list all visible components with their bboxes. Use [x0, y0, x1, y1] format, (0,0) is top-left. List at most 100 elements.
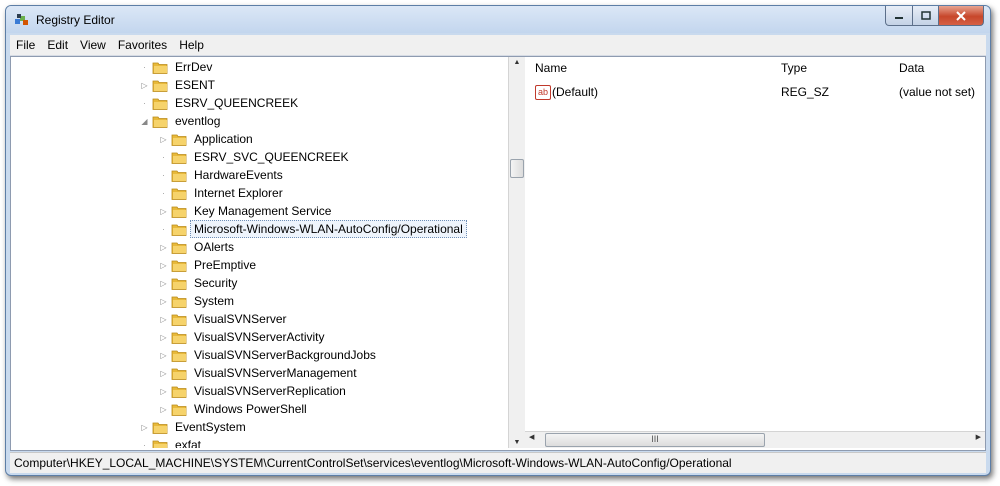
value-name[interactable]: (Default): [552, 85, 598, 99]
tree-node[interactable]: ▷ Windows PowerShell: [158, 400, 311, 418]
tree-node[interactable]: ▷ ESENT: [139, 76, 219, 94]
tree-connector: ·: [162, 224, 165, 234]
tree-node-label[interactable]: System: [190, 292, 238, 310]
expand-toggle-icon[interactable]: ▷: [158, 333, 169, 342]
expand-toggle-icon[interactable]: ◢: [139, 117, 150, 126]
tree-node[interactable]: ▷ Key Management Service: [158, 202, 335, 220]
expand-toggle-icon[interactable]: ▷: [158, 405, 169, 414]
expand-toggle-icon[interactable]: ▷: [139, 81, 150, 90]
folder-icon: [152, 62, 168, 74]
tree-node[interactable]: ▷ VisualSVNServerBackgroundJobs: [158, 346, 380, 364]
tree-node[interactable]: ▷ VisualSVNServer: [158, 310, 290, 328]
tree-node[interactable]: ▷ VisualSVNServerActivity: [158, 328, 329, 346]
column-header-data[interactable]: Data: [899, 61, 924, 75]
tree-node-label[interactable]: ESRV_QUEENCREEK: [171, 94, 302, 112]
tree-node-label[interactable]: VisualSVNServer: [190, 310, 290, 328]
maximize-button[interactable]: [913, 6, 939, 26]
expand-toggle-icon[interactable]: ▷: [158, 315, 169, 324]
tree-node-label[interactable]: exfat: [171, 436, 205, 448]
tree-node-label[interactable]: EventSystem: [171, 418, 250, 436]
tree-node[interactable]: ▷ VisualSVNServerManagement: [158, 364, 361, 382]
expand-toggle-icon[interactable]: ▷: [139, 423, 150, 432]
registry-tree[interactable]: · ErrDev ▷ ESENT · ESRV_QUEENCREEK ◢ eventlog ▷ A…: [11, 57, 509, 448]
value-data: (value not set): [899, 85, 976, 99]
tree-node-label[interactable]: ESRV_SVC_QUEENCREEK: [190, 148, 353, 166]
expand-toggle-icon[interactable]: ▷: [158, 261, 169, 270]
tree-node[interactable]: ▷ VisualSVNServerReplication: [158, 382, 350, 400]
tree-node-label[interactable]: VisualSVNServerManagement: [190, 364, 361, 382]
tree-node-label[interactable]: Security: [190, 274, 241, 292]
tree-vertical-scrollbar[interactable]: ▲ ▼: [508, 57, 525, 448]
tree-node-label[interactable]: VisualSVNServerActivity: [190, 328, 329, 346]
menu-favorites[interactable]: Favorites: [112, 38, 173, 52]
folder-icon: [171, 314, 187, 326]
folder-icon: [171, 224, 187, 236]
tree-connector: ·: [162, 152, 165, 162]
column-header-type[interactable]: Type: [781, 61, 807, 75]
tree-node-label[interactable]: Key Management Service: [190, 202, 335, 220]
tree-node-label[interactable]: ErrDev: [171, 58, 216, 76]
folder-icon: [171, 206, 187, 218]
tree-node[interactable]: · Microsoft-Windows-WLAN-AutoConfig/Opera…: [158, 220, 467, 238]
tree-node-label[interactable]: VisualSVNServerReplication: [190, 382, 350, 400]
scrollbar-thumb[interactable]: [510, 159, 524, 178]
expand-toggle-icon[interactable]: ▷: [158, 135, 169, 144]
expand-toggle-icon[interactable]: ▷: [158, 243, 169, 252]
registry-editor-app-icon: [15, 14, 28, 25]
menu-edit[interactable]: Edit: [41, 38, 74, 52]
folder-icon: [171, 188, 187, 200]
folder-icon: [171, 134, 187, 146]
tree-node-label[interactable]: Windows PowerShell: [190, 400, 311, 418]
menu-file[interactable]: File: [10, 38, 41, 52]
expand-toggle-icon[interactable]: ▷: [158, 279, 169, 288]
minimize-button[interactable]: [885, 6, 913, 26]
scroll-up-arrow[interactable]: ▲: [509, 59, 525, 66]
tree-node[interactable]: ▷ Security: [158, 274, 241, 292]
string-value-icon: ab: [535, 85, 551, 100]
expand-toggle-icon[interactable]: ▷: [158, 297, 169, 306]
expand-toggle-icon[interactable]: ▷: [158, 351, 169, 360]
list-horizontal-scrollbar[interactable]: ◀ III ▶: [525, 431, 985, 448]
tree-node-label[interactable]: ESENT: [171, 76, 219, 94]
horizontal-scrollbar-thumb[interactable]: III: [545, 433, 765, 447]
expand-toggle-icon[interactable]: ▷: [158, 369, 169, 378]
tree-node[interactable]: · HardwareEvents: [158, 166, 287, 184]
expand-toggle-icon[interactable]: ▷: [158, 207, 169, 216]
folder-icon: [171, 242, 187, 254]
tree-node[interactable]: ▷ PreEmptive: [158, 256, 260, 274]
tree-node-label[interactable]: Internet Explorer: [190, 184, 287, 202]
tree-node-label[interactable]: PreEmptive: [190, 256, 260, 274]
tree-node-label[interactable]: VisualSVNServerBackgroundJobs: [190, 346, 380, 364]
tree-node[interactable]: · Internet Explorer: [158, 184, 287, 202]
menu-view[interactable]: View: [74, 38, 112, 52]
tree-node[interactable]: ▷ OAlerts: [158, 238, 238, 256]
tree-node[interactable]: · ESRV_SVC_QUEENCREEK: [158, 148, 353, 166]
title-bar[interactable]: Registry Editor: [6, 6, 990, 33]
folder-icon: [171, 152, 187, 164]
tree-node-label[interactable]: Microsoft-Windows-WLAN-AutoConfig/Operat…: [190, 220, 467, 238]
expand-toggle-icon[interactable]: ▷: [158, 387, 169, 396]
menu-bar: File Edit View Favorites Help: [10, 35, 986, 56]
registry-editor-window: Registry Editor File Edit View Favorites…: [5, 5, 991, 476]
tree-node[interactable]: · ESRV_QUEENCREEK: [139, 94, 302, 112]
folder-icon: [171, 386, 187, 398]
tree-node-label[interactable]: Application: [190, 130, 257, 148]
tree-node[interactable]: · exfat: [139, 436, 205, 448]
folder-icon: [171, 260, 187, 272]
tree-node[interactable]: ◢ eventlog: [139, 112, 224, 130]
column-header-name[interactable]: Name: [535, 61, 567, 75]
tree-node[interactable]: ▷ Application: [158, 130, 257, 148]
tree-node[interactable]: ▷ EventSystem: [139, 418, 250, 436]
tree-node-label[interactable]: eventlog: [171, 112, 224, 130]
tree-connector: ·: [162, 170, 165, 180]
tree-node[interactable]: · ErrDev: [139, 58, 216, 76]
menu-help[interactable]: Help: [173, 38, 210, 52]
tree-node-label[interactable]: HardwareEvents: [190, 166, 287, 184]
tree-node-label[interactable]: OAlerts: [190, 238, 238, 256]
scroll-down-arrow[interactable]: ▼: [509, 439, 525, 446]
scroll-left-arrow[interactable]: ◀: [529, 433, 534, 441]
tree-connector: ·: [143, 62, 146, 72]
close-button[interactable]: [939, 6, 984, 26]
tree-node[interactable]: ▷ System: [158, 292, 238, 310]
scroll-right-arrow[interactable]: ▶: [976, 433, 981, 441]
